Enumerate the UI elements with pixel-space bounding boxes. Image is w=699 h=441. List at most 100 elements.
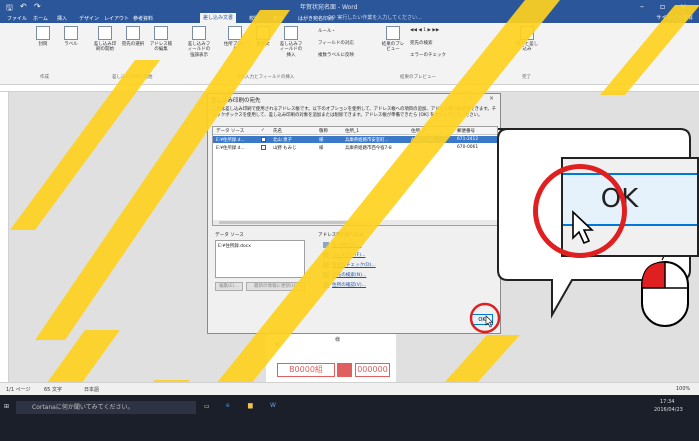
- check-errors-button[interactable]: エラーのチェック: [410, 52, 446, 58]
- row-name: 山野 もみじ: [273, 146, 297, 151]
- help-icon[interactable]: ?: [469, 95, 472, 102]
- edge-icon[interactable]: e: [226, 402, 230, 409]
- col-name[interactable]: 氏名: [273, 128, 282, 134]
- tab-layout[interactable]: レイアウト: [101, 14, 132, 23]
- duplicates-link-label: 重複のチェック(D)...: [332, 263, 376, 268]
- undo-icon[interactable]: ↶: [20, 2, 27, 11]
- start-merge-button[interactable]: 差し込み印刷の開始: [92, 26, 118, 53]
- preview-results-button[interactable]: 結果のプレビュー: [380, 26, 406, 53]
- tell-me-input[interactable]: ♀ 実行したい作業を入力してください…: [332, 14, 422, 21]
- title-bar: 🖫 ↶ ↷ 年賀状宛名面 - Word – ▫ ×: [0, 0, 699, 13]
- close-icon[interactable]: ×: [489, 95, 494, 102]
- page-count[interactable]: 1/1 ページ: [6, 386, 31, 393]
- insert-field-button[interactable]: 差し込みフィールドの挿入: [278, 26, 304, 58]
- close-icon[interactable]: ×: [680, 2, 687, 11]
- row-title: 様: [319, 146, 324, 151]
- windows-start-icon[interactable]: ⊞: [4, 403, 9, 410]
- select-recipients-button[interactable]: 宛先の選択: [120, 26, 146, 47]
- greeting-label: 挨拶文: [256, 42, 270, 47]
- tab-file[interactable]: ファイル: [4, 14, 30, 23]
- task-view-icon[interactable]: ▭: [204, 403, 210, 410]
- col-addr1[interactable]: 住所_1: [345, 128, 359, 134]
- greeting-button[interactable]: 挨拶文: [250, 26, 276, 47]
- tab-mailings[interactable]: 差し込み文書: [200, 13, 237, 23]
- record-nav[interactable]: ◀◀ ◀ 1 ▶ ▶▶: [410, 28, 439, 33]
- data-source-list[interactable]: E:¥住所録.docx: [215, 240, 305, 278]
- clock-time[interactable]: 17:34: [660, 399, 674, 405]
- address-block-button[interactable]: 住所ブロック: [222, 26, 248, 53]
- cortana-search[interactable]: Cortanaに何か聞いてみてください。: [16, 401, 196, 414]
- postcard-sama: 様: [335, 337, 341, 343]
- refresh-button[interactable]: 最新の情報に更新(H): [246, 282, 305, 291]
- find-recipient-button[interactable]: 宛先の検索: [410, 40, 433, 46]
- match-fields-button[interactable]: フィールドの対応: [318, 40, 354, 46]
- col-source[interactable]: データ ソース: [216, 128, 244, 134]
- label-icon: [64, 26, 78, 40]
- word-icon[interactable]: W: [270, 402, 276, 409]
- horizontal-ruler: [0, 85, 699, 92]
- row-checkbox[interactable]: [261, 137, 266, 142]
- col-addr2[interactable]: 住所_2: [411, 128, 425, 134]
- zoom-level[interactable]: 100%: [676, 386, 690, 392]
- maximize-icon[interactable]: ▫: [660, 2, 665, 11]
- rules-button[interactable]: ルール・: [318, 28, 336, 34]
- recipients-table[interactable]: データ ソース ✓ 氏名 敬称 住所_1 住所_2 郵便番号 E:¥住所録.d.…: [212, 126, 498, 226]
- edit-list-icon: [154, 26, 168, 40]
- ok-button[interactable]: OK: [471, 314, 493, 325]
- row-title: 様: [319, 138, 324, 143]
- envelope-label: 封筒: [38, 42, 48, 47]
- preview-icon: [386, 26, 400, 40]
- envelope-button[interactable]: 封筒: [30, 26, 56, 47]
- col-zip[interactable]: 郵便番号: [457, 128, 475, 134]
- vertical-ruler: [0, 92, 9, 382]
- filter-link[interactable]: フィルター(F)...: [323, 252, 366, 258]
- language[interactable]: 日本語: [84, 386, 99, 393]
- tab-references[interactable]: 参考資料: [130, 14, 156, 23]
- highlight-fields-button[interactable]: 差し込みフィールドの強調表示: [186, 26, 212, 58]
- table-row[interactable]: E:¥住所録.d... 北山 恵子 様 兵庫県姫路市安室町... ABCビル9F…: [213, 136, 497, 143]
- validate-address-link-label: 住所の確認(V)...: [332, 283, 367, 288]
- sort-icon: [323, 242, 329, 248]
- col-check[interactable]: ✓: [261, 128, 265, 133]
- finish-merge-button[interactable]: 完了と差し込み: [514, 26, 540, 53]
- dialog-description: これは差し込み印刷で使用されるアドレス帳です。以下のオプションを使用して、アドレ…: [212, 107, 497, 118]
- highlight-fields-label: 差し込みフィールドの強調表示: [187, 42, 211, 58]
- redo-icon[interactable]: ↷: [34, 2, 41, 11]
- envelope-icon: [36, 26, 50, 40]
- duplicates-icon: [323, 262, 329, 268]
- ribbon: 封筒 ラベル 差し込み印刷の開始 宛先の選択 アドレス帳の編集 差し込みフィール…: [0, 23, 699, 85]
- postcard-stamp: [337, 363, 352, 377]
- edit-button[interactable]: 編集(E)...: [215, 282, 243, 291]
- tab-insert[interactable]: 挿入: [54, 14, 70, 23]
- minimize-icon[interactable]: –: [640, 2, 644, 11]
- word-count[interactable]: 65 文字: [44, 386, 62, 393]
- tab-design[interactable]: デザイン: [76, 14, 102, 23]
- explorer-icon[interactable]: ▆: [248, 402, 253, 409]
- horizontal-scrollbar[interactable]: [213, 220, 497, 225]
- find-recipient-link[interactable]: 宛先の検索(N)...: [323, 272, 366, 278]
- tab-postcard[interactable]: はがき宛名印刷: [295, 14, 336, 23]
- window-title: 年賀状宛名面 - Word: [300, 4, 358, 11]
- update-labels-button[interactable]: 複数ラベルに反映: [318, 52, 354, 58]
- postcard-preview: 会 様 B0000組 000000: [275, 325, 390, 385]
- tab-review[interactable]: 校閲: [246, 14, 262, 23]
- edit-list-button[interactable]: アドレス帳の編集: [148, 26, 174, 53]
- table-row[interactable]: E:¥住所録.d... 山野 もみじ 様 兵庫県姫路市西今宿7-8 670-00…: [213, 144, 497, 151]
- start-merge-icon: [98, 26, 112, 40]
- signin-link[interactable]: サインイン 共有: [656, 14, 693, 21]
- sort-link[interactable]: 並べ替え(S)...: [323, 242, 361, 248]
- tab-view[interactable]: 表示: [270, 14, 286, 23]
- scrollbar-thumb[interactable]: [219, 221, 349, 224]
- duplicates-link[interactable]: 重複のチェック(D)...: [323, 262, 376, 268]
- col-title[interactable]: 敬称: [319, 128, 328, 134]
- clock-date[interactable]: 2016/04/23: [654, 407, 683, 413]
- row-addr2: ABCビル9F: [411, 138, 435, 143]
- row-checkbox[interactable]: [261, 145, 266, 150]
- label-label: ラベル: [64, 42, 78, 47]
- validate-address-link[interactable]: 住所の確認(V)...: [323, 282, 366, 288]
- label-button[interactable]: ラベル: [58, 26, 84, 47]
- tab-home[interactable]: ホーム: [30, 14, 51, 23]
- data-source-label: データ ソース: [215, 233, 244, 238]
- data-source-item[interactable]: E:¥住所録.docx: [218, 243, 251, 249]
- group-finish: 完了: [522, 75, 531, 80]
